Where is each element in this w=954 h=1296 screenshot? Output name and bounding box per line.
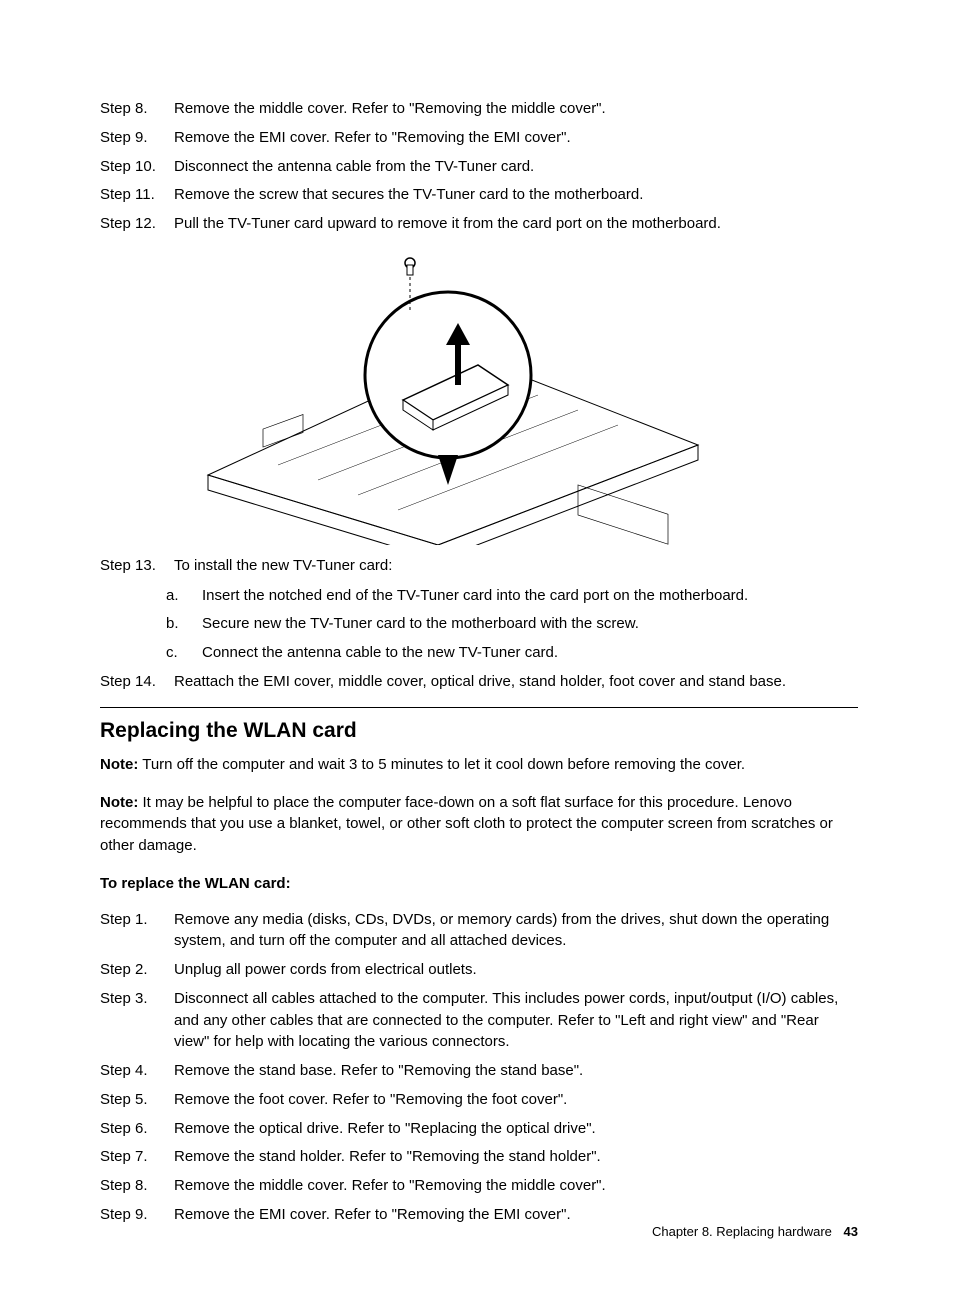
document-page: Step 8. Remove the middle cover. Refer t…: [0, 0, 954, 1296]
page-footer: Chapter 8. Replacing hardware 43: [652, 1223, 858, 1242]
step-label: Step 10.: [100, 156, 174, 178]
step-label: Step 8.: [100, 98, 174, 120]
note-label: Note:: [100, 756, 138, 773]
procedure-subheading: To replace the WLAN card:: [100, 873, 858, 895]
step-row: Step 2. Unplug all power cords from elec…: [100, 959, 858, 981]
step-label: Step 13.: [100, 555, 174, 577]
sub-step-row: b. Secure new the TV-Tuner card to the m…: [100, 613, 858, 635]
step-row: Step 8. Remove the middle cover. Refer t…: [100, 98, 858, 120]
step-row: Step 4. Remove the stand base. Refer to …: [100, 1060, 858, 1082]
step-row: Step 3. Disconnect all cables attached t…: [100, 988, 858, 1053]
step-text: Remove the optical drive. Refer to "Repl…: [174, 1118, 858, 1140]
step-text: Remove the middle cover. Refer to "Remov…: [174, 1175, 858, 1197]
sub-step-label: a.: [100, 585, 202, 607]
step-row: Step 1. Remove any media (disks, CDs, DV…: [100, 909, 858, 953]
step-row: Step 5. Remove the foot cover. Refer to …: [100, 1089, 858, 1111]
step-row: Step 14. Reattach the EMI cover, middle …: [100, 671, 858, 693]
note-label: Note:: [100, 794, 138, 811]
section-heading: Replacing the WLAN card: [100, 716, 858, 746]
step-row: Step 6. Remove the optical drive. Refer …: [100, 1118, 858, 1140]
sub-step-text: Connect the antenna cable to the new TV-…: [202, 642, 858, 664]
step-label: Step 7.: [100, 1146, 174, 1168]
steps-block-b: Step 1. Remove any media (disks, CDs, DV…: [100, 909, 858, 1226]
sub-step-text: Insert the notched end of the TV-Tuner c…: [202, 585, 858, 607]
step-text: Unplug all power cords from electrical o…: [174, 959, 858, 981]
step-label: Step 11.: [100, 184, 174, 206]
step-label: Step 5.: [100, 1089, 174, 1111]
step-text: Remove the stand base. Refer to "Removin…: [174, 1060, 858, 1082]
note-paragraph: Note: Turn off the computer and wait 3 t…: [100, 754, 858, 776]
step-label: Step 12.: [100, 213, 174, 235]
step-text: Disconnect all cables attached to the co…: [174, 988, 858, 1053]
step-text: Remove the EMI cover. Refer to "Removing…: [174, 127, 858, 149]
step-row: Step 13. To install the new TV-Tuner car…: [100, 555, 858, 577]
step-text: Remove the screw that secures the TV-Tun…: [174, 184, 858, 206]
step-row: Step 7. Remove the stand holder. Refer t…: [100, 1146, 858, 1168]
step-label: Step 1.: [100, 909, 174, 953]
tv-tuner-diagram: [178, 245, 729, 545]
sub-steps: a. Insert the notched end of the TV-Tune…: [100, 585, 858, 664]
step-row: Step 12. Pull the TV-Tuner card upward t…: [100, 213, 858, 235]
step-label: Step 2.: [100, 959, 174, 981]
step-label: Step 8.: [100, 1175, 174, 1197]
note-paragraph: Note: It may be helpful to place the com…: [100, 792, 858, 857]
step-text: Pull the TV-Tuner card upward to remove …: [174, 213, 858, 235]
note-text: It may be helpful to place the computer …: [100, 794, 833, 855]
step-row: Step 11. Remove the screw that secures t…: [100, 184, 858, 206]
step-label: Step 14.: [100, 671, 174, 693]
step-label: Step 4.: [100, 1060, 174, 1082]
step-label: Step 9.: [100, 127, 174, 149]
step-text: Remove any media (disks, CDs, DVDs, or m…: [174, 909, 858, 953]
step-row: Step 8. Remove the middle cover. Refer t…: [100, 1175, 858, 1197]
step-label: Step 3.: [100, 988, 174, 1053]
step-text: Disconnect the antenna cable from the TV…: [174, 156, 858, 178]
sub-step-label: c.: [100, 642, 202, 664]
sub-step-text: Secure new the TV-Tuner card to the moth…: [202, 613, 858, 635]
step-text: Remove the middle cover. Refer to "Remov…: [174, 98, 858, 120]
steps-block-a: Step 8. Remove the middle cover. Refer t…: [100, 98, 858, 235]
step-text: Reattach the EMI cover, middle cover, op…: [174, 671, 858, 693]
sub-step-row: a. Insert the notched end of the TV-Tune…: [100, 585, 858, 607]
sub-step-row: c. Connect the antenna cable to the new …: [100, 642, 858, 664]
step-row: Step 9. Remove the EMI cover. Refer to "…: [100, 127, 858, 149]
step-text: To install the new TV-Tuner card:: [174, 555, 858, 577]
section-divider: [100, 707, 858, 708]
footer-page-number: 43: [844, 1224, 858, 1239]
step-label: Step 9.: [100, 1204, 174, 1226]
note-text: Turn off the computer and wait 3 to 5 mi…: [138, 756, 745, 773]
sub-step-label: b.: [100, 613, 202, 635]
footer-chapter: Chapter 8. Replacing hardware: [652, 1224, 832, 1239]
step-label: Step 6.: [100, 1118, 174, 1140]
step-text: Remove the foot cover. Refer to "Removin…: [174, 1089, 858, 1111]
step-text: Remove the stand holder. Refer to "Remov…: [174, 1146, 858, 1168]
step-row: Step 10. Disconnect the antenna cable fr…: [100, 156, 858, 178]
